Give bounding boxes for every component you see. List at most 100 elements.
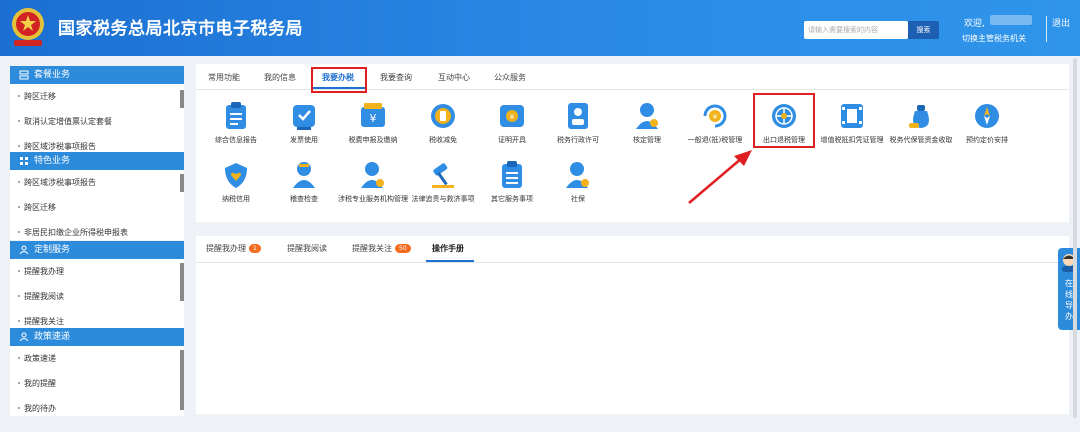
sidebar-item[interactable]: 我的提醒	[10, 371, 184, 396]
panel-scrollbar[interactable]	[180, 350, 184, 410]
tab-common[interactable]: 常用功能	[208, 72, 240, 83]
invoice-icon	[293, 105, 315, 130]
stack-icon	[19, 70, 29, 80]
service-label: 税务代保管资金收取	[889, 136, 953, 144]
service-tax-reduction[interactable]: 税收减免	[408, 101, 478, 145]
panel-scrollbar[interactable]	[180, 174, 184, 192]
sidebar-item[interactable]: 提醒我关注	[10, 309, 184, 328]
tab-highlight-box	[311, 67, 367, 93]
panel-title: 定制服务	[34, 245, 71, 255]
service-label: 社保	[571, 195, 585, 203]
person-icon	[19, 245, 29, 255]
refund-icon: ¥	[703, 104, 727, 128]
panel-title: 政策速递	[34, 332, 71, 342]
panel-title: 特色业务	[34, 156, 71, 166]
tax-emblem-icon	[12, 8, 44, 46]
search-button[interactable]: 搜索	[908, 21, 939, 39]
search-input[interactable]: 请输入需要搜索的内容	[804, 21, 908, 39]
service-inspection[interactable]: 稽查检查	[269, 160, 339, 204]
pointer-arrow	[688, 150, 752, 204]
svg-text:¥: ¥	[370, 112, 377, 125]
count-badge: 50	[395, 244, 411, 253]
user-icon	[636, 103, 658, 129]
service-social-security[interactable]: 社保	[543, 160, 613, 204]
sidebar-item[interactable]: 跨区域涉税事项报告	[10, 134, 184, 152]
reminder-panel: 提醒我办理 1 提醒我阅读 提醒我关注 50 操作手册	[196, 236, 1069, 414]
user-name-redacted	[990, 15, 1032, 25]
tab-remind-handle[interactable]: 提醒我办理 1	[206, 243, 261, 254]
panel-header[interactable]: 定制服务	[10, 241, 184, 259]
sidebar-item[interactable]: 提醒我阅读	[10, 284, 184, 309]
header-divider	[1046, 16, 1047, 42]
service-apa[interactable]: 预约定价安排	[952, 101, 1022, 145]
sidebar-item[interactable]: 政策速递	[10, 346, 184, 371]
tab-remind-follow[interactable]: 提醒我关注 50	[352, 243, 411, 254]
service-other[interactable]: 其它服务事项	[477, 160, 547, 204]
yen-wallet-icon: ¥	[361, 103, 385, 127]
service-highlight-box	[753, 93, 815, 148]
grid-icon	[20, 157, 28, 165]
service-label: 核定管理	[633, 136, 661, 144]
tab-interaction[interactable]: 互动中心	[438, 72, 470, 83]
service-label: 税收减免	[429, 136, 457, 144]
service-agency-mgmt[interactable]: 涉税专业服务机构管理	[338, 160, 408, 204]
service-label: 其它服务事项	[491, 195, 533, 203]
film-icon	[841, 104, 863, 128]
tab-query[interactable]: 我要查询	[380, 72, 412, 83]
tab-my-info[interactable]: 我的信息	[264, 72, 296, 83]
panel-title: 套餐业务	[34, 70, 71, 80]
service-comprehensive-report[interactable]: 综合信息报告	[201, 101, 271, 145]
service-invoice-use[interactable]: 发票使用	[269, 101, 339, 145]
tab-public-service[interactable]: 公众服务	[494, 72, 526, 83]
service-assessment[interactable]: 核定管理	[612, 101, 682, 145]
panel-header[interactable]: 套餐业务	[10, 66, 184, 84]
service-label: 税费申报及缴纳	[348, 136, 398, 144]
service-label: 稽查检查	[290, 195, 318, 203]
tab-remind-read[interactable]: 提醒我阅读	[287, 243, 327, 254]
sidebar-item[interactable]: 跨区迁移	[10, 195, 184, 220]
document-icon	[502, 161, 522, 188]
sidebar-item[interactable]: 跨区迁移	[10, 84, 184, 109]
money-bag-icon	[909, 105, 929, 128]
sidebar-item[interactable]: 提醒我办理	[10, 259, 184, 284]
agent-icon	[361, 162, 384, 188]
service-label: 预约定价安排	[966, 136, 1008, 144]
panel-header[interactable]: 政策速递	[10, 328, 184, 346]
sidebar-item[interactable]: 取消认定增值票认定套餐	[10, 109, 184, 134]
tab-label: 提醒我办理	[206, 244, 246, 253]
service-label: 发票使用	[290, 136, 318, 144]
sidebar-panel-custom: 定制服务 提醒我办理 提醒我阅读 提醒我关注	[10, 241, 184, 328]
service-legal-remedy[interactable]: 法律追责与救济事项	[408, 160, 478, 204]
person-icon	[19, 332, 29, 342]
panel-header[interactable]: 特色业务	[10, 152, 184, 170]
service-tax-filing[interactable]: ¥ 税费申报及缴纳	[338, 101, 408, 145]
sidebar-item[interactable]: 非居民扣缴企业所得税申报表	[10, 220, 184, 240]
sidebar-panel-policy: 政策速递 政策速递 我的提醒 我的待办	[10, 328, 184, 416]
service-label: 一般退(抵)税管理	[687, 136, 743, 144]
page-scrollbar[interactable]	[1073, 58, 1077, 418]
service-label: 法律追责与救济事项	[411, 195, 475, 203]
service-fund-custody[interactable]: 税务代保管资金收取	[886, 101, 956, 145]
main-panel: 常用功能 我的信息 我要办税 我要查询 互动中心 公众服务 综合信息报告 发票使…	[196, 64, 1069, 222]
service-label: 综合信息报告	[215, 136, 257, 144]
switch-office-link[interactable]: 切换主管税务机关	[962, 33, 1026, 44]
sidebar-panel-package: 套餐业务 跨区迁移 取消认定增值票认定套餐 跨区域涉税事项报告	[10, 66, 184, 152]
service-general-refund[interactable]: ¥ 一般退(抵)税管理	[680, 101, 750, 145]
service-certificate[interactable]: ¥ 证明开具	[477, 101, 547, 145]
panel-scrollbar[interactable]	[180, 263, 184, 301]
sidebar-item[interactable]: 我的待办	[10, 396, 184, 416]
top-header: 国家税务总局北京市电子税务局 请输入需要搜索的内容 搜索 欢迎, 切换主管税务机…	[0, 0, 1080, 56]
ticket-icon: ¥	[500, 105, 524, 127]
tab-manual[interactable]: 操作手册	[432, 243, 464, 254]
logout-link[interactable]: 退出	[1052, 16, 1070, 29]
service-vat-deduction[interactable]: 增值税抵扣凭证管理	[817, 101, 887, 145]
service-tax-credit[interactable]: 纳税信用	[201, 160, 271, 204]
sidebar-item[interactable]: 跨区域涉税事项报告	[10, 170, 184, 195]
service-admin-license[interactable]: 税务行政许可	[543, 101, 613, 145]
tab-label: 提醒我关注	[352, 244, 392, 253]
shield-heart-icon	[225, 163, 247, 188]
service-label: 税务行政许可	[557, 136, 599, 144]
sidebar-panel-special: 特色业务 跨区域涉税事项报告 跨区迁移 非居民扣缴企业所得税申报表	[10, 152, 184, 240]
sidebar: 套餐业务 跨区迁移 取消认定增值票认定套餐 跨区域涉税事项报告 特色业务 跨区域…	[0, 64, 188, 416]
panel-scrollbar[interactable]	[180, 90, 184, 108]
